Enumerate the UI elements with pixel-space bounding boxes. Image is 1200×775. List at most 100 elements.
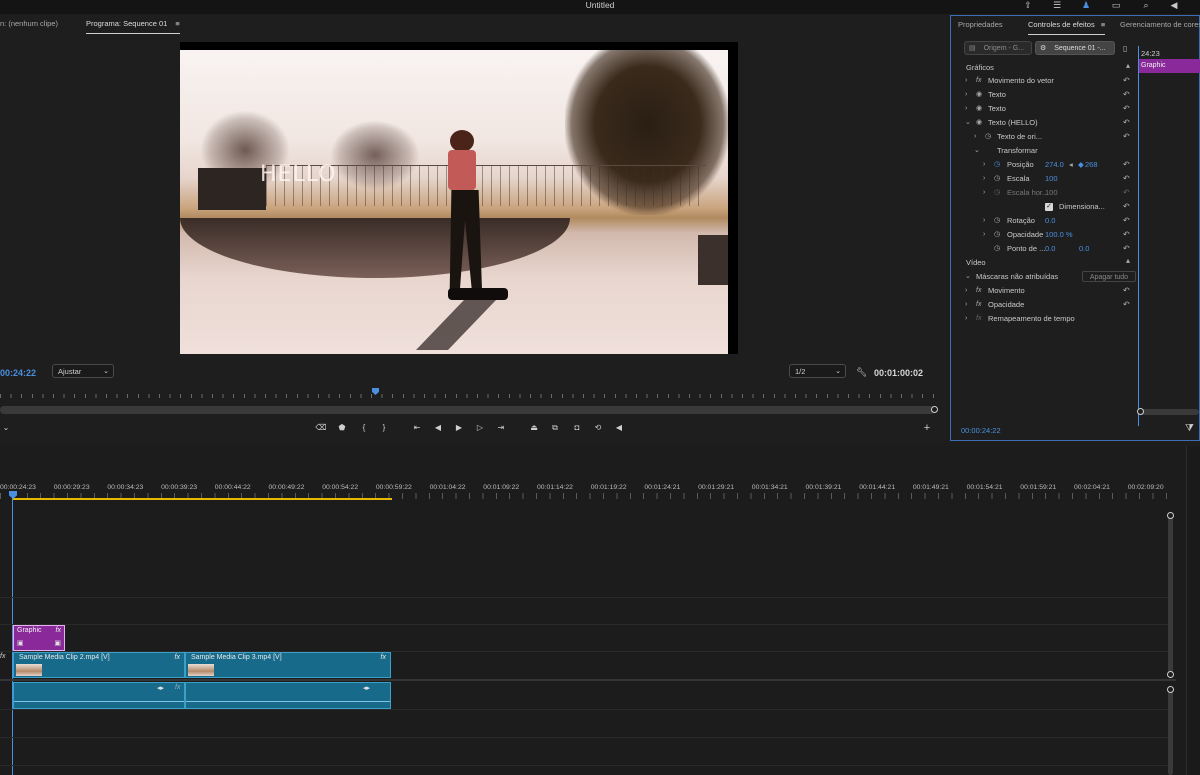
fit-select[interactable]: Ajustar ⌄ (52, 364, 114, 378)
effects-timecode[interactable]: 00:00:24:22 (961, 426, 1001, 435)
fx-icon[interactable]: fx (175, 654, 180, 661)
mini-playhead[interactable] (1138, 46, 1139, 426)
anchor-y-value[interactable]: 0.0 (1079, 242, 1089, 256)
reset-icon[interactable]: ↶ (1123, 88, 1130, 102)
chevron-right-icon[interactable]: › (983, 186, 985, 200)
chevron-down-icon[interactable]: ⌄ (965, 116, 971, 130)
share-icon[interactable]: ⇪ (1022, 0, 1034, 11)
chevron-right-icon[interactable]: › (983, 158, 985, 172)
reset-icon[interactable]: ↶ (1123, 172, 1130, 186)
chevron-right-icon[interactable]: › (965, 88, 967, 102)
fx-icon[interactable]: fx (976, 74, 981, 88)
reset-icon[interactable]: ↶ (1123, 102, 1130, 116)
chevron-right-icon[interactable]: › (974, 130, 976, 144)
audio-tracks-scrollbar[interactable] (1168, 690, 1173, 775)
mark-in-icon[interactable]: { (358, 422, 370, 434)
overwrite-icon[interactable]: ⧉ (549, 422, 561, 434)
search-icon[interactable]: ⌕ (1140, 0, 1152, 11)
scrollbar-handle[interactable] (931, 406, 938, 413)
chevron-right-icon[interactable]: › (983, 172, 985, 186)
lift-icon[interactable]: ⏏ (528, 422, 540, 434)
effect-row-time-remap[interactable]: › fx Remapeamento de tempo (951, 312, 1137, 326)
audio-icon[interactable]: ◀ (613, 422, 625, 434)
comparison-icon[interactable]: ⟲ (592, 422, 604, 434)
video-tracks-scrollbar[interactable] (1168, 516, 1173, 676)
tab-color-management[interactable]: Gerenciamento de cores (1120, 16, 1200, 34)
comments-icon[interactable]: ▭ (1110, 0, 1122, 11)
effect-row-text-1[interactable]: › ◉ Texto ↶ (951, 88, 1137, 102)
property-uniform-scale[interactable]: ✓ Dimensiona... ↶ (951, 200, 1137, 214)
chevron-right-icon[interactable]: › (965, 284, 967, 298)
collapse-icon[interactable]: ▴ (1126, 61, 1130, 70)
graphic-clip[interactable]: Graphic fx ▣ ▣ (13, 625, 65, 651)
tab-effect-controls[interactable]: Controles de efeitos ≡ (1028, 16, 1106, 35)
property-anchor-point[interactable]: ◷ Ponto de ... 0.0 0.0 ↶ (951, 242, 1137, 256)
uniform-scale-checkbox[interactable]: ✓ (1045, 203, 1053, 211)
chevron-right-icon[interactable]: › (983, 214, 985, 228)
fx-icon[interactable]: fx (175, 684, 180, 691)
filter-icon[interactable]: ⧩ (1185, 423, 1194, 434)
workspaces-icon[interactable]: ☰ (1051, 0, 1063, 11)
add-button-icon[interactable]: + (921, 422, 933, 434)
go-to-in-icon[interactable]: ⇤ (411, 422, 423, 434)
notification-icon[interactable]: ♟ (1080, 0, 1092, 11)
mini-scrollbar-handle[interactable] (1137, 408, 1144, 415)
playhead-timecode[interactable]: 00:24:22 (0, 368, 36, 378)
position-x-value[interactable]: 274.0 (1045, 158, 1064, 172)
chevron-right-icon[interactable]: › (965, 102, 967, 116)
sequence-clip-button[interactable]: ⚙ Sequence 01 -... (1035, 41, 1115, 55)
masks-row[interactable]: ⌄ Máscaras não atribuídas Apagar tudo (951, 270, 1137, 284)
keyframe-icon[interactable]: ◆ (1078, 158, 1084, 172)
effect-row-opacity[interactable]: › fx Opacidade ↶ (951, 298, 1137, 312)
audio-clip-2[interactable]: ◂▸ (185, 682, 391, 709)
step-forward-icon[interactable]: ▷ (474, 422, 486, 434)
property-scale[interactable]: › ◷ Escala 100 ↶ (951, 172, 1137, 186)
monitor-zoom-scrollbar[interactable] (0, 406, 935, 414)
property-opacity[interactable]: › ◷ Opacidade 100.0 % ↶ (951, 228, 1137, 242)
property-scale-width[interactable]: › ◷ Escala hor... 100 ↶ (951, 186, 1137, 200)
stopwatch-icon[interactable]: ◷ (994, 172, 1000, 186)
audio-clip-1[interactable]: ◂▸ (13, 682, 185, 709)
audio-keyframe-icon[interactable]: ◂▸ (363, 684, 370, 692)
scale-value[interactable]: 100 (1045, 172, 1058, 186)
effect-row-vector-motion[interactable]: › fx Movimento do vetor ↶ (951, 74, 1137, 88)
stopwatch-icon[interactable]: ◷ (994, 214, 1000, 228)
eye-icon[interactable]: ◉ (976, 116, 982, 130)
chevron-right-icon[interactable]: › (983, 228, 985, 242)
reset-icon[interactable]: ↶ (1123, 298, 1130, 312)
panel-menu-icon[interactable]: ≡ (1101, 20, 1105, 29)
mark-out-icon[interactable]: } (378, 422, 390, 434)
collapse-icon[interactable]: ▴ (1126, 256, 1130, 265)
chevron-right-icon[interactable]: › (965, 298, 967, 312)
chevron-right-icon[interactable]: › (965, 74, 967, 88)
reset-icon[interactable]: ↶ (1123, 130, 1130, 144)
reset-icon[interactable]: ↶ (1123, 158, 1130, 172)
fx-icon[interactable]: fx (976, 284, 981, 298)
stopwatch-icon[interactable]: ◷ (994, 186, 1000, 200)
property-rotation[interactable]: › ◷ Rotação 0.0 ↶ (951, 214, 1137, 228)
work-area-bar[interactable] (12, 498, 392, 500)
prev-keyframe-icon[interactable]: ◂ (1069, 158, 1073, 172)
scrollbar-handle[interactable] (1167, 686, 1174, 693)
reset-icon[interactable]: ↶ (1123, 116, 1130, 130)
effect-row-motion[interactable]: › fx Movimento ↶ (951, 284, 1137, 298)
effect-row-source-text[interactable]: › ◷ Texto de ori... ↶ (951, 130, 1137, 144)
source-clip-button[interactable]: ▤ Origem - G... (964, 41, 1032, 55)
reset-icon[interactable]: ↶ (1123, 284, 1130, 298)
reset-icon[interactable]: ↶ (1123, 214, 1130, 228)
play-icon[interactable]: ▶ (453, 422, 465, 434)
effect-row-transform[interactable]: ⌄ Transformar (951, 144, 1137, 158)
eye-icon[interactable]: ◉ (976, 102, 982, 116)
reset-icon[interactable]: ↶ (1123, 242, 1130, 256)
fx-icon[interactable]: fx (56, 627, 61, 634)
clear-all-button[interactable]: Apagar tudo (1082, 271, 1136, 282)
tab-program-monitor[interactable]: Programa: Sequence 01 ≡ (86, 15, 180, 34)
chevron-down-icon[interactable]: ⌄ (974, 144, 980, 158)
rotation-value[interactable]: 0.0 (1045, 214, 1055, 228)
audio-keyframe-icon[interactable]: ◂▸ (157, 684, 164, 692)
video-clip-2[interactable]: Sample Media Clip 3.mp4 [V] fx (185, 652, 391, 678)
stopwatch-icon[interactable]: ◷ (985, 130, 991, 144)
fx-icon[interactable]: fx (976, 298, 981, 312)
anchor-x-value[interactable]: 0.0 (1045, 242, 1055, 256)
stopwatch-icon[interactable]: ◷ (994, 228, 1000, 242)
